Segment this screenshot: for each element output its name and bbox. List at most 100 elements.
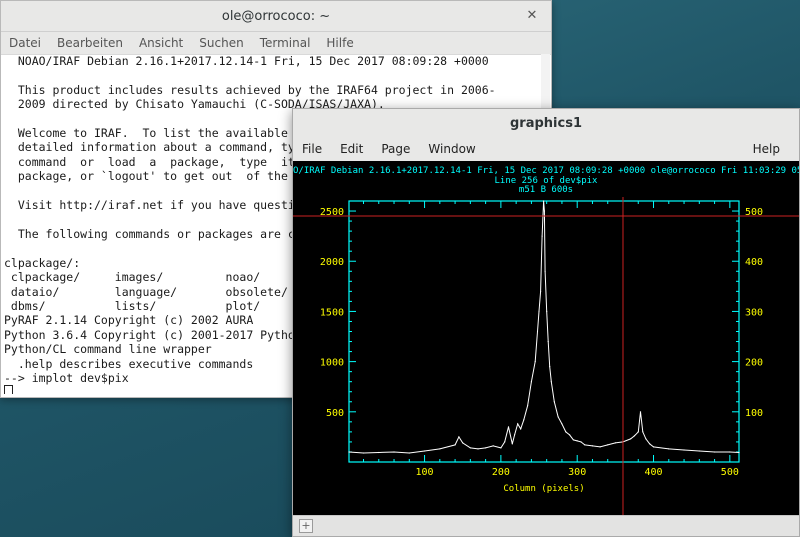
data-point (645, 438, 647, 440)
data-point (454, 444, 456, 446)
terminal-line: NOAO/IRAF Debian 2.16.1+2017.12.14-1 Fri… (4, 54, 489, 68)
data-point (668, 448, 670, 450)
data-point (485, 447, 487, 449)
data-point (424, 450, 426, 452)
data-point (637, 431, 639, 433)
data-point (527, 405, 529, 407)
data-point (541, 235, 543, 237)
data-point (540, 290, 542, 292)
data-point (698, 450, 700, 452)
data-point (544, 270, 546, 272)
data-point (565, 431, 567, 433)
data-point (557, 416, 559, 418)
menu-suchen[interactable]: Suchen (191, 36, 251, 50)
data-point (408, 452, 410, 454)
data-point (393, 451, 395, 453)
data-point (572, 439, 574, 441)
data-point (569, 434, 571, 436)
menu-terminal[interactable]: Terminal (252, 36, 319, 50)
x-tick-label: 100 (416, 467, 434, 478)
data-point (683, 449, 685, 451)
terminal-line: This product includes results achieved b… (4, 82, 496, 97)
data-point (642, 431, 644, 433)
menu-help[interactable]: Help (744, 142, 789, 156)
data-point (729, 451, 731, 453)
data-point (469, 447, 471, 449)
data-point (517, 423, 519, 425)
graphics-menubar: File Edit Page Window Help (293, 137, 799, 161)
data-point (630, 438, 632, 440)
data-point (504, 441, 506, 443)
terminal-titlebar[interactable]: ole@orrococo: ~ ✕ (1, 1, 551, 32)
x-tick-label: 500 (721, 467, 739, 478)
data-point (553, 401, 555, 403)
menu-datei[interactable]: Datei (1, 36, 49, 50)
data-point (514, 434, 516, 436)
data-point (462, 442, 464, 444)
y-tick-label: 500 (326, 408, 344, 419)
y-right-tick-label: 100 (745, 408, 763, 419)
data-point (543, 200, 545, 202)
terminal-title: ole@orrococo: ~ (221, 8, 331, 24)
data-point (348, 451, 350, 453)
data-point (547, 340, 549, 343)
data-point (591, 445, 594, 447)
data-point (550, 381, 552, 383)
x-tick-label: 400 (644, 467, 662, 478)
plus-icon[interactable]: + (299, 519, 313, 533)
data-point (520, 428, 522, 430)
data-point (543, 210, 545, 212)
data-point (584, 444, 586, 446)
menu-window[interactable]: Window (419, 142, 484, 156)
data-point (523, 419, 525, 421)
data-point (738, 451, 740, 454)
data-point (639, 411, 642, 413)
data-point (458, 436, 460, 438)
data-point (633, 435, 635, 437)
graphics-window: graphics1 File Edit Page Window Help O/I… (292, 108, 800, 537)
plot-subtitle: m51 B 600s (519, 185, 573, 195)
data-point (378, 451, 380, 454)
plot-canvas[interactable]: O/IRAF Debian 2.16.1+2017.12.14-1 Fri, 1… (293, 161, 800, 517)
data-point (549, 366, 551, 368)
menu-hilfe[interactable]: Hilfe (318, 36, 361, 50)
data-point (500, 447, 502, 449)
graphics-title: graphics1 (510, 115, 582, 131)
y-tick-label: 1500 (320, 307, 344, 318)
y-right-tick-label: 200 (745, 358, 763, 369)
data-point (439, 448, 441, 450)
menu-file[interactable]: File (293, 142, 331, 156)
menu-edit[interactable]: Edit (331, 142, 372, 156)
data-point (530, 381, 532, 383)
menu-ansicht[interactable]: Ansicht (131, 36, 191, 50)
x-axis-label: Column (pixels) (503, 484, 584, 494)
data-point (546, 310, 548, 312)
data-point (652, 446, 655, 448)
plot-svg[interactable]: O/IRAF Debian 2.16.1+2017.12.14-1 Fri, 1… (293, 161, 800, 517)
graphics-titlebar[interactable]: graphics1 (293, 109, 799, 137)
y-tick-label: 2000 (320, 257, 344, 268)
data-point (477, 448, 479, 450)
menu-bearbeiten[interactable]: Bearbeiten (49, 36, 131, 50)
terminal-menubar: Datei Bearbeiten Ansicht Suchen Terminal… (1, 32, 551, 55)
data-point (492, 445, 494, 447)
data-point (607, 444, 609, 446)
data-point (534, 361, 536, 363)
data-point (599, 446, 601, 448)
close-icon[interactable]: ✕ (525, 9, 539, 23)
menu-page[interactable]: Page (372, 142, 419, 156)
y-right-tick-label: 300 (745, 307, 763, 318)
data-point (576, 440, 578, 442)
data-point (561, 423, 563, 425)
data-point (649, 443, 651, 445)
data-point (580, 441, 582, 443)
data-point (536, 330, 539, 333)
data-point (507, 426, 510, 428)
x-tick-label: 200 (492, 467, 510, 478)
text-cursor (4, 385, 13, 394)
data-point (614, 442, 616, 444)
y-right-tick-label: 400 (745, 257, 763, 268)
data-series-line (348, 200, 740, 454)
graphics-statusbar: + (293, 515, 799, 536)
